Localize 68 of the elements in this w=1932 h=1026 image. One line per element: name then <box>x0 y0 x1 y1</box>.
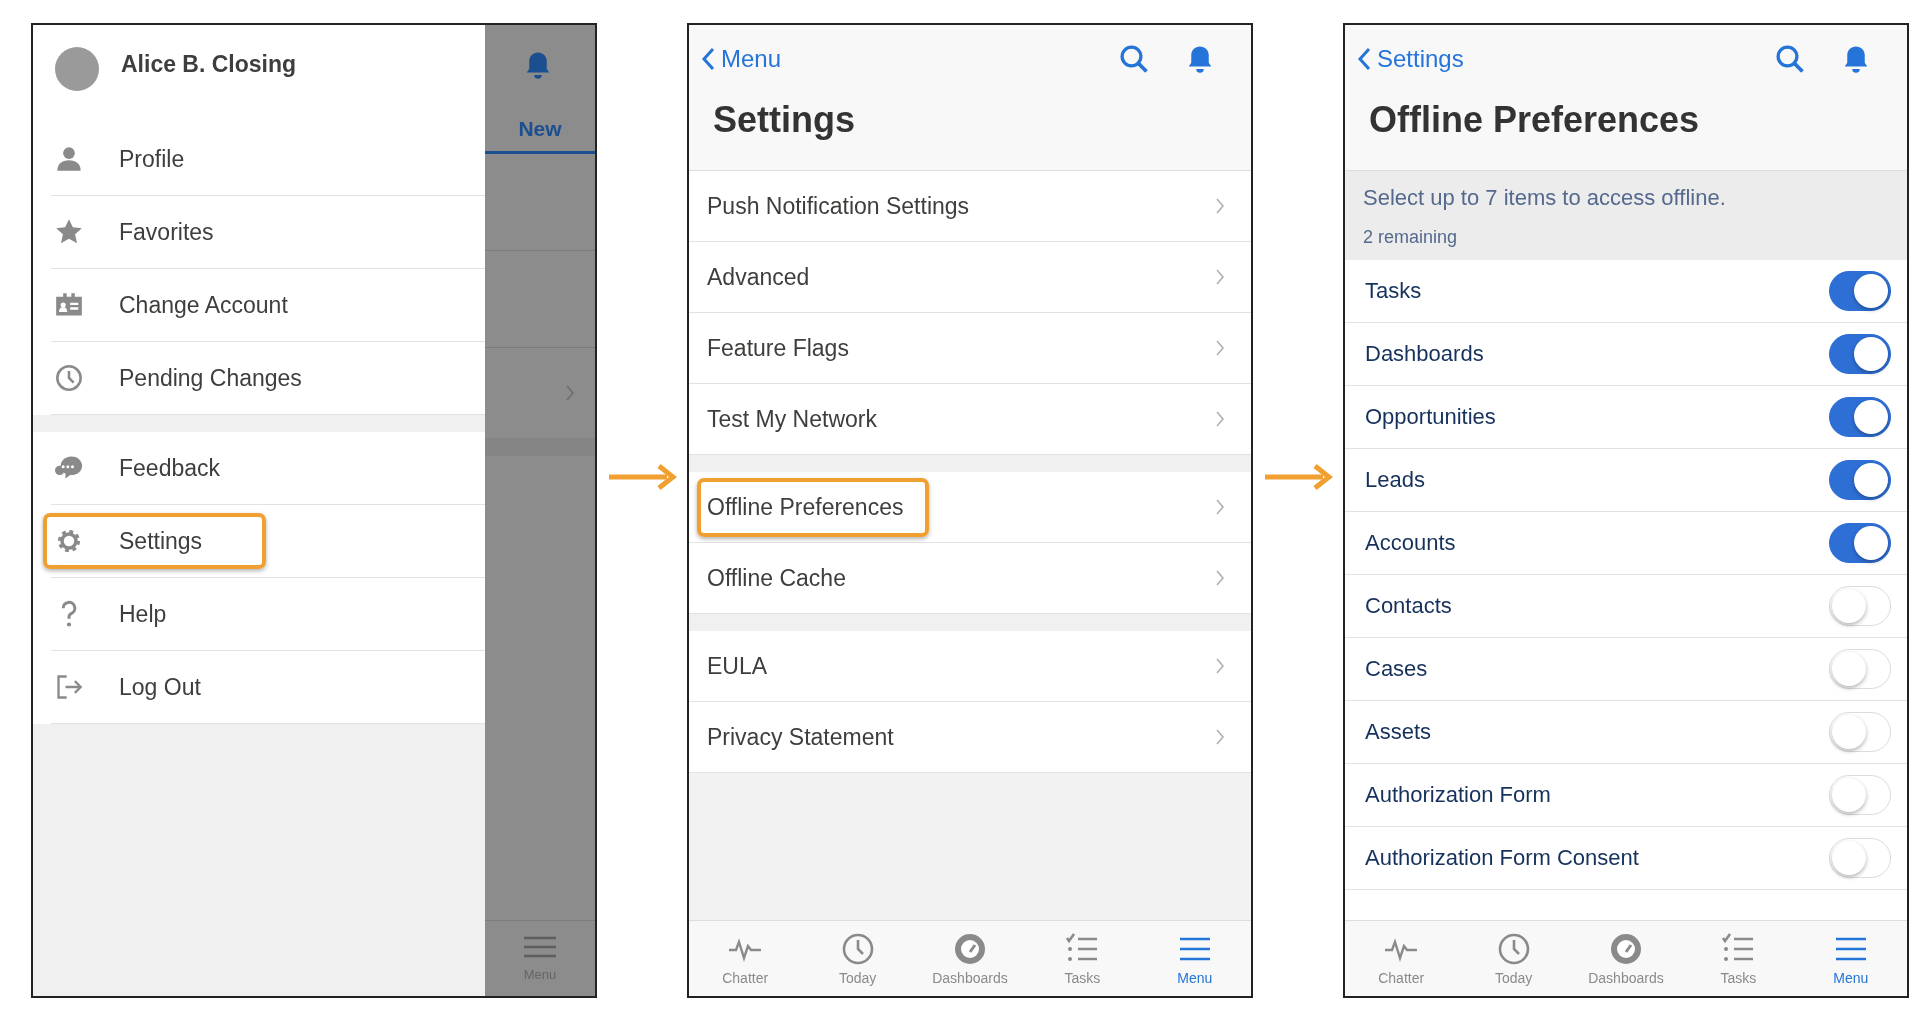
toggle-switch[interactable] <box>1829 460 1891 500</box>
gear-icon <box>55 527 83 555</box>
menu-icon <box>523 935 557 959</box>
settings-item[interactable]: Privacy Statement <box>689 702 1251 773</box>
settings-item[interactable]: EULA <box>689 631 1251 702</box>
chevron-icon <box>1215 570 1225 586</box>
toggle-switch[interactable] <box>1829 271 1891 311</box>
screen-title: Offline Preferences <box>1369 99 1701 141</box>
item-label: Dashboards <box>1365 341 1484 367</box>
flow-arrow <box>1263 463 1333 491</box>
menu-item[interactable]: Feedback <box>51 432 485 505</box>
search-icon[interactable] <box>1119 44 1149 74</box>
chevron-icon <box>565 385 575 401</box>
menu-item[interactable]: Favorites <box>51 196 485 269</box>
item-label: Leads <box>1365 467 1425 493</box>
chevron-left-icon <box>701 47 715 71</box>
settings-item[interactable]: Feature Flags <box>689 313 1251 384</box>
settings-item[interactable]: Offline Cache <box>689 543 1251 614</box>
item-label: Authorization Form Consent <box>1365 845 1639 871</box>
chevron-icon <box>1215 729 1225 745</box>
gauge-icon <box>952 931 987 966</box>
menu-item[interactable]: Profile <box>51 123 485 196</box>
item-label: Contacts <box>1365 593 1452 619</box>
toggle-switch[interactable] <box>1829 397 1891 437</box>
menu-item[interactable]: Settings <box>51 505 485 578</box>
toggle-switch[interactable] <box>1829 523 1891 563</box>
clock-icon <box>1496 931 1531 966</box>
toggle-switch[interactable] <box>1829 334 1891 374</box>
item-label: Assets <box>1365 719 1432 745</box>
chevron-icon <box>1215 340 1225 356</box>
remaining-count: 2 remaining <box>1363 227 1459 248</box>
chevron-icon <box>1215 499 1225 515</box>
person-icon <box>55 145 83 173</box>
chevron-icon <box>1215 198 1225 214</box>
menu-item[interactable]: Change Account <box>51 269 485 342</box>
clock-icon <box>55 364 83 392</box>
highlight-box: Offline Preferences <box>697 477 930 537</box>
star-icon <box>55 218 83 246</box>
gauge-icon <box>1608 931 1643 966</box>
tab-label: New <box>517 116 563 142</box>
item-label: Cases <box>1365 656 1428 682</box>
flow-arrow <box>607 463 677 491</box>
chevron-icon <box>1215 658 1225 674</box>
item-label: Authorization Form <box>1365 782 1551 808</box>
chevron-icon <box>1215 411 1225 427</box>
id-card-icon <box>55 291 83 319</box>
user-name: Alice B. Closing <box>121 51 297 78</box>
item-label: Accounts <box>1365 530 1456 556</box>
instruction-text: Select up to 7 items to access offline. <box>1363 185 1727 211</box>
chevron-icon <box>1215 269 1225 285</box>
settings-item[interactable]: Push Notification Settings <box>689 171 1251 242</box>
settings-item[interactable]: Offline Preferences <box>689 472 1251 543</box>
avatar <box>55 47 99 91</box>
tab[interactable]: Menu <box>1144 931 1245 986</box>
highlight-box: Settings <box>43 513 267 569</box>
item-label: Opportunities <box>1365 404 1496 430</box>
tab[interactable]: Menu <box>1800 931 1901 986</box>
settings-item[interactable]: Test My Network <box>689 384 1251 455</box>
back-link[interactable]: Settings <box>1357 45 1464 73</box>
chat-bubbles-icon <box>55 454 83 482</box>
logout-icon <box>55 673 83 701</box>
chevron-left-icon <box>1357 47 1371 71</box>
item-label: Tasks <box>1365 278 1422 304</box>
search-icon[interactable] <box>1775 44 1805 74</box>
screen-title: Settings <box>713 99 856 141</box>
settings-item[interactable]: Advanced <box>689 242 1251 313</box>
back-link[interactable]: Menu <box>701 45 782 73</box>
clock-icon <box>840 931 875 966</box>
